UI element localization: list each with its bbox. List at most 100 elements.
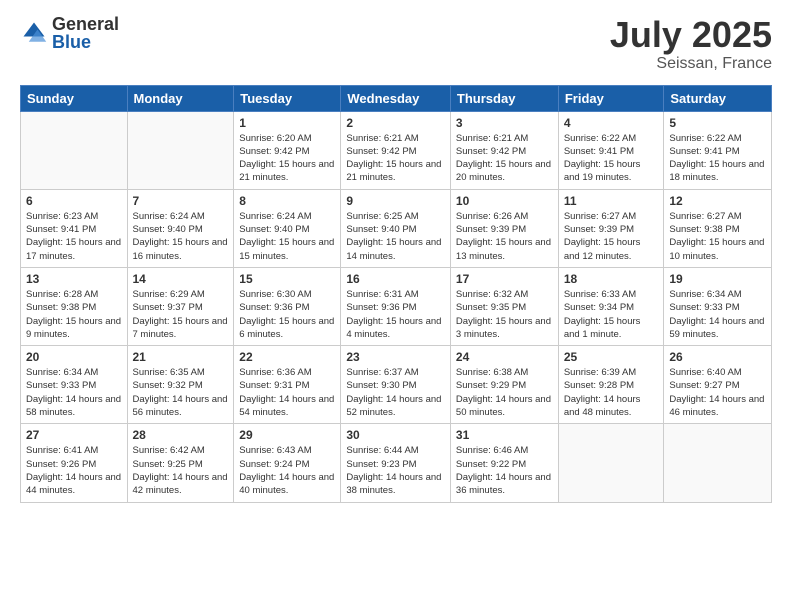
header-wednesday: Wednesday <box>341 85 451 111</box>
table-cell <box>127 111 234 189</box>
day-info: Sunrise: 6:28 AM Sunset: 9:38 PM Dayligh… <box>26 288 122 341</box>
day-info: Sunrise: 6:27 AM Sunset: 9:38 PM Dayligh… <box>669 210 766 263</box>
header: General Blue July 2025 Seissan, France <box>20 15 772 73</box>
table-cell: 19 Sunrise: 6:34 AM Sunset: 9:33 PM Dayli… <box>664 267 772 345</box>
header-tuesday: Tuesday <box>234 85 341 111</box>
day-info: Sunrise: 6:40 AM Sunset: 9:27 PM Dayligh… <box>669 366 766 419</box>
page: General Blue July 2025 Seissan, France S… <box>0 0 792 612</box>
table-cell: 9 Sunrise: 6:25 AM Sunset: 9:40 PM Daylig… <box>341 189 451 267</box>
day-number: 12 <box>669 194 766 208</box>
day-number: 10 <box>456 194 553 208</box>
day-info: Sunrise: 6:22 AM Sunset: 9:41 PM Dayligh… <box>669 132 766 185</box>
table-cell: 20 Sunrise: 6:34 AM Sunset: 9:33 PM Dayli… <box>21 346 128 424</box>
day-number: 23 <box>346 350 445 364</box>
day-info: Sunrise: 6:34 AM Sunset: 9:33 PM Dayligh… <box>26 366 122 419</box>
day-number: 11 <box>564 194 659 208</box>
day-number: 9 <box>346 194 445 208</box>
title-month: July 2025 <box>610 15 772 55</box>
table-cell: 7 Sunrise: 6:24 AM Sunset: 9:40 PM Daylig… <box>127 189 234 267</box>
day-number: 19 <box>669 272 766 286</box>
day-number: 4 <box>564 116 659 130</box>
day-number: 1 <box>239 116 335 130</box>
header-friday: Friday <box>558 85 664 111</box>
day-number: 6 <box>26 194 122 208</box>
header-monday: Monday <box>127 85 234 111</box>
day-info: Sunrise: 6:41 AM Sunset: 9:26 PM Dayligh… <box>26 444 122 497</box>
table-cell: 28Sunrise: 6:42 AM Sunset: 9:25 PM Dayli… <box>127 424 234 502</box>
table-cell: 13 Sunrise: 6:28 AM Sunset: 9:38 PM Dayli… <box>21 267 128 345</box>
day-info: Sunrise: 6:38 AM Sunset: 9:29 PM Dayligh… <box>456 366 553 419</box>
day-number: 25 <box>564 350 659 364</box>
day-number: 16 <box>346 272 445 286</box>
day-number: 7 <box>133 194 229 208</box>
table-cell: 6 Sunrise: 6:23 AM Sunset: 9:41 PM Daylig… <box>21 189 128 267</box>
day-info: Sunrise: 6:26 AM Sunset: 9:39 PM Dayligh… <box>456 210 553 263</box>
day-info: Sunrise: 6:32 AM Sunset: 9:35 PM Dayligh… <box>456 288 553 341</box>
day-number: 22 <box>239 350 335 364</box>
day-info: Sunrise: 6:20 AM Sunset: 9:42 PM Dayligh… <box>239 132 335 185</box>
table-cell: 8Sunrise: 6:24 AM Sunset: 9:40 PM Daylig… <box>234 189 341 267</box>
day-info: Sunrise: 6:39 AM Sunset: 9:28 PM Dayligh… <box>564 366 659 419</box>
day-info: Sunrise: 6:21 AM Sunset: 9:42 PM Dayligh… <box>346 132 445 185</box>
day-number: 26 <box>669 350 766 364</box>
logo-icon <box>20 19 48 47</box>
title-location: Seissan, France <box>610 55 772 73</box>
table-cell: 24 Sunrise: 6:38 AM Sunset: 9:29 PM Dayli… <box>450 346 558 424</box>
table-cell: 21 Sunrise: 6:35 AM Sunset: 9:32 PM Dayli… <box>127 346 234 424</box>
day-info: Sunrise: 6:37 AM Sunset: 9:30 PM Dayligh… <box>346 366 445 419</box>
day-info: Sunrise: 6:30 AM Sunset: 9:36 PM Dayligh… <box>239 288 335 341</box>
day-info: Sunrise: 6:33 AM Sunset: 9:34 PM Dayligh… <box>564 288 659 341</box>
day-number: 31 <box>456 428 553 442</box>
logo: General Blue <box>20 15 119 51</box>
table-cell <box>664 424 772 502</box>
day-info: Sunrise: 6:35 AM Sunset: 9:32 PM Dayligh… <box>133 366 229 419</box>
table-cell: 30Sunrise: 6:44 AM Sunset: 9:23 PM Dayli… <box>341 424 451 502</box>
day-number: 21 <box>133 350 229 364</box>
day-number: 27 <box>26 428 122 442</box>
week-row-3: 20 Sunrise: 6:34 AM Sunset: 9:33 PM Dayli… <box>21 346 772 424</box>
table-cell: 4 Sunrise: 6:22 AM Sunset: 9:41 PM Daylig… <box>558 111 664 189</box>
day-number: 2 <box>346 116 445 130</box>
day-number: 29 <box>239 428 335 442</box>
table-cell <box>558 424 664 502</box>
day-number: 30 <box>346 428 445 442</box>
table-cell: 31 Sunrise: 6:46 AM Sunset: 9:22 PM Dayli… <box>450 424 558 502</box>
table-cell: 12 Sunrise: 6:27 AM Sunset: 9:38 PM Dayli… <box>664 189 772 267</box>
table-cell: 3Sunrise: 6:21 AM Sunset: 9:42 PM Daylig… <box>450 111 558 189</box>
day-number: 18 <box>564 272 659 286</box>
day-info: Sunrise: 6:21 AM Sunset: 9:42 PM Dayligh… <box>456 132 553 185</box>
day-number: 13 <box>26 272 122 286</box>
day-info: Sunrise: 6:25 AM Sunset: 9:40 PM Dayligh… <box>346 210 445 263</box>
weekday-header-row: Sunday Monday Tuesday Wednesday Thursday… <box>21 85 772 111</box>
day-info: Sunrise: 6:46 AM Sunset: 9:22 PM Dayligh… <box>456 444 553 497</box>
table-cell: 14 Sunrise: 6:29 AM Sunset: 9:37 PM Dayli… <box>127 267 234 345</box>
title-block: July 2025 Seissan, France <box>610 15 772 73</box>
table-cell: 22Sunrise: 6:36 AM Sunset: 9:31 PM Dayli… <box>234 346 341 424</box>
day-info: Sunrise: 6:23 AM Sunset: 9:41 PM Dayligh… <box>26 210 122 263</box>
table-cell: 2 Sunrise: 6:21 AM Sunset: 9:42 PM Daylig… <box>341 111 451 189</box>
table-cell: 1 Sunrise: 6:20 AM Sunset: 9:42 PM Daylig… <box>234 111 341 189</box>
day-number: 24 <box>456 350 553 364</box>
day-info: Sunrise: 6:22 AM Sunset: 9:41 PM Dayligh… <box>564 132 659 185</box>
table-cell: 29 Sunrise: 6:43 AM Sunset: 9:24 PM Dayli… <box>234 424 341 502</box>
day-info: Sunrise: 6:24 AM Sunset: 9:40 PM Dayligh… <box>239 210 335 263</box>
week-row-0: 1 Sunrise: 6:20 AM Sunset: 9:42 PM Daylig… <box>21 111 772 189</box>
day-number: 14 <box>133 272 229 286</box>
table-cell: 18 Sunrise: 6:33 AM Sunset: 9:34 PM Dayli… <box>558 267 664 345</box>
table-cell: 16Sunrise: 6:31 AM Sunset: 9:36 PM Dayli… <box>341 267 451 345</box>
week-row-4: 27 Sunrise: 6:41 AM Sunset: 9:26 PM Dayli… <box>21 424 772 502</box>
calendar-table: Sunday Monday Tuesday Wednesday Thursday… <box>20 85 772 503</box>
day-info: Sunrise: 6:29 AM Sunset: 9:37 PM Dayligh… <box>133 288 229 341</box>
week-row-2: 13 Sunrise: 6:28 AM Sunset: 9:38 PM Dayli… <box>21 267 772 345</box>
day-info: Sunrise: 6:27 AM Sunset: 9:39 PM Dayligh… <box>564 210 659 263</box>
day-info: Sunrise: 6:43 AM Sunset: 9:24 PM Dayligh… <box>239 444 335 497</box>
day-info: Sunrise: 6:24 AM Sunset: 9:40 PM Dayligh… <box>133 210 229 263</box>
header-thursday: Thursday <box>450 85 558 111</box>
day-info: Sunrise: 6:34 AM Sunset: 9:33 PM Dayligh… <box>669 288 766 341</box>
table-cell: 5Sunrise: 6:22 AM Sunset: 9:41 PM Daylig… <box>664 111 772 189</box>
day-number: 15 <box>239 272 335 286</box>
day-number: 28 <box>133 428 229 442</box>
day-number: 20 <box>26 350 122 364</box>
header-saturday: Saturday <box>664 85 772 111</box>
logo-blue-text: Blue <box>52 33 119 51</box>
